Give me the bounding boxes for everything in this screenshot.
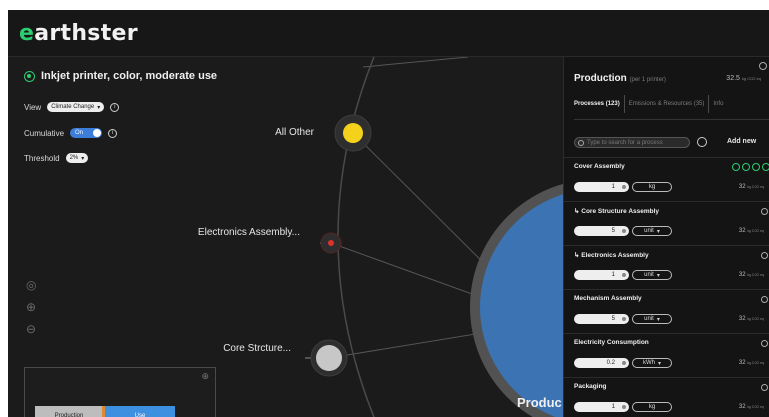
close-icon[interactable]	[761, 208, 768, 215]
production-node-label: Produc	[517, 395, 562, 410]
minimap-zoom-icon[interactable]: ⊕	[201, 371, 209, 382]
earthster-logo[interactable]: earthster	[19, 21, 138, 46]
quantity-field[interactable]: 5	[574, 226, 629, 236]
minimap[interactable]: ⊕ Production Use	[24, 367, 216, 417]
panel-total: 32.5 kg CO2 eq	[726, 75, 761, 82]
cumulative-toggle[interactable]: On	[70, 128, 103, 138]
tab-emissions[interactable]: Emissions & Resources (35)	[629, 101, 705, 107]
close-icon[interactable]	[761, 296, 768, 303]
unit-select[interactable]: kWh	[632, 358, 672, 368]
quantity-field[interactable]: 1	[574, 270, 629, 280]
edit-icon[interactable]	[732, 163, 740, 171]
minimap-use-bar: Use	[105, 406, 175, 417]
process-row[interactable]: ↳ Electronics Assembly 1 unit 32 kg CO2 …	[564, 245, 769, 291]
app-window: earthster All Other Electronics Assembly…	[8, 10, 769, 417]
tab-divider	[708, 95, 710, 113]
unit-select[interactable]: unit	[632, 270, 672, 280]
process-value: 32 kg CO2 eq	[738, 272, 764, 278]
threshold-stepper[interactable]: 2% ▾	[65, 153, 89, 163]
panel-title: Production (per 1 printer)	[574, 73, 666, 84]
process-row[interactable]: Packaging 1 kg 32 kg CO2 eq	[564, 377, 769, 417]
minimap-production-bar: Production	[35, 406, 103, 417]
electronics-label: Electronics Assembly...	[197, 227, 300, 238]
tab-info[interactable]: Info	[713, 101, 723, 107]
top-bar: earthster	[8, 10, 769, 57]
search-icon	[578, 140, 584, 146]
process-value: 32 kg CO2 eq	[738, 184, 764, 190]
core-structure-label: Core Strcture...	[223, 343, 291, 354]
threshold-row: Threshold 2% ▾	[24, 153, 89, 163]
edge-line	[362, 57, 469, 68]
process-value: 32 kg CO2 eq	[738, 404, 764, 410]
process-row[interactable]: Cover Assembly 1 kg 32 kg CO2 eq	[564, 157, 769, 203]
process-search-input[interactable]: Type to search for a process	[574, 137, 690, 148]
tree-icon: ↳	[574, 208, 580, 215]
production-panel: Production (per 1 printer) 32.5 kg CO2 e…	[563, 57, 769, 417]
tabs-divider	[574, 119, 769, 120]
all-other-node[interactable]	[343, 123, 363, 143]
process-value: 32 kg CO2 eq	[738, 316, 764, 322]
link-icon[interactable]	[742, 163, 750, 171]
delete-icon[interactable]	[762, 163, 769, 171]
close-icon[interactable]	[759, 62, 767, 70]
all-other-label: All Other	[275, 127, 314, 138]
view-select[interactable]: Climate Change ▾	[47, 102, 105, 112]
panel-tabs: Processes (123) Emissions & Resources (3…	[574, 95, 723, 113]
zoom-in-icon[interactable]: ⊕	[26, 300, 36, 314]
unit-select[interactable]: kg	[632, 182, 672, 192]
unit-select[interactable]: unit	[632, 226, 672, 236]
quantity-field[interactable]: 5	[574, 314, 629, 324]
close-icon[interactable]	[761, 384, 768, 391]
recenter-icon[interactable]: ◎	[26, 278, 36, 292]
quantity-field[interactable]: 1	[574, 182, 629, 192]
process-row[interactable]: ↳ Core Structure Assembly 5 unit 32 kg C…	[564, 201, 769, 247]
info-icon[interactable]: i	[108, 128, 118, 138]
stepper-icon: ▾	[81, 155, 85, 162]
process-value: 32 kg CO2 eq	[738, 360, 764, 366]
add-new-button[interactable]: Add new	[727, 138, 756, 145]
quantity-field[interactable]: 0.2	[574, 358, 629, 368]
core-structure-node[interactable]	[316, 345, 342, 371]
zoom-out-icon[interactable]: ⊖	[26, 322, 36, 336]
cumulative-row: Cumulative On i	[24, 128, 118, 138]
product-status-icon	[24, 70, 35, 82]
filter-clear-icon[interactable]	[697, 137, 707, 147]
process-row[interactable]: Electricity Consumption 0.2 kWh 32 kg CO…	[564, 333, 769, 379]
process-row[interactable]: Mechanism Assembly 5 unit 32 kg CO2 eq	[564, 289, 769, 335]
product-title: Inkjet printer, color, moderate use	[24, 70, 217, 82]
tree-icon: ↳	[574, 252, 580, 259]
close-icon[interactable]	[761, 252, 768, 259]
row-actions	[732, 163, 769, 171]
info-icon[interactable]: i	[110, 102, 120, 112]
tab-processes[interactable]: Processes (123)	[574, 101, 620, 107]
electronics-node[interactable]	[328, 240, 334, 246]
view-row: View Climate Change ▾ i	[24, 102, 120, 112]
chevron-down-icon: ▾	[97, 104, 101, 111]
tab-divider	[623, 95, 625, 113]
close-icon[interactable]	[761, 340, 768, 347]
quantity-field[interactable]: 1	[574, 402, 629, 412]
process-value: 32 kg CO2 eq	[738, 228, 764, 234]
unit-select[interactable]: unit	[632, 314, 672, 324]
duplicate-icon[interactable]	[752, 163, 760, 171]
unit-select[interactable]: kg	[632, 402, 672, 412]
